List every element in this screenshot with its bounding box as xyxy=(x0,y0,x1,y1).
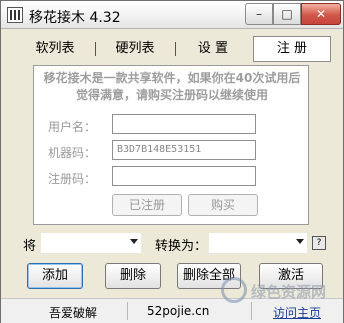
status-bar: 吾爱破解 52pojie.cn 访问主页 xyxy=(1,298,343,323)
delete-all-button[interactable]: 删除全部 xyxy=(177,263,241,289)
maximize-button[interactable]: □ xyxy=(273,3,301,25)
tab-register[interactable]: 注 册 xyxy=(253,36,331,62)
username-label: 用户名： xyxy=(48,120,97,134)
status-divider xyxy=(127,302,128,320)
username-field[interactable] xyxy=(112,114,256,134)
register-code-field[interactable] xyxy=(112,166,256,186)
convert-from-dropdown[interactable] xyxy=(41,233,141,253)
tab-soft-list[interactable]: 软列表 xyxy=(15,38,95,60)
main-window: 移花接木 4.32 – □ ✕ 软列表 硬列表 设 置 注 册 移花接木是一款共… xyxy=(0,0,344,323)
chevron-down-icon xyxy=(130,239,138,244)
machine-code-label: 机器码： xyxy=(48,146,97,160)
activate-button[interactable]: 激活 xyxy=(259,263,323,289)
chevron-down-icon xyxy=(296,239,304,244)
register-code-label: 注册码： xyxy=(48,172,97,186)
register-panel: 移花接木是一款共享软件，如果你在40次试用后觉得满意，请购买注册码以继续使用 用… xyxy=(33,65,309,225)
tab-hard-list[interactable]: 硬列表 xyxy=(95,38,175,60)
status-middle: 52pojie.cn xyxy=(147,304,210,318)
title-bar[interactable]: 移花接木 4.32 – □ ✕ xyxy=(1,1,343,29)
tab-settings[interactable]: 设 置 xyxy=(175,38,251,60)
tab-bar: 软列表 硬列表 设 置 注 册 xyxy=(15,36,331,62)
app-icon xyxy=(7,7,23,23)
close-button[interactable]: ✕ xyxy=(301,3,341,25)
convert-from-label: 将 xyxy=(23,239,37,254)
minimize-button[interactable]: – xyxy=(245,3,273,25)
status-divider xyxy=(251,302,252,320)
status-left: 吾爱破解 xyxy=(49,306,98,320)
buy-button[interactable]: 购买 xyxy=(188,194,258,216)
delete-button[interactable]: 删除 xyxy=(105,263,161,289)
shareware-notice: 移花接木是一款共享软件，如果你在40次试用后觉得满意，请购买注册码以继续使用 xyxy=(43,71,301,102)
convert-to-dropdown[interactable] xyxy=(209,233,307,253)
registered-button[interactable]: 已注册 xyxy=(112,194,182,216)
visit-homepage-link[interactable]: 访问主页 xyxy=(273,304,321,321)
convert-to-label: 转换为： xyxy=(155,239,208,254)
help-icon[interactable]: ? xyxy=(312,236,326,250)
window-title: 移花接木 4.32 xyxy=(29,10,121,26)
add-button[interactable]: 添加 xyxy=(27,263,83,289)
machine-code-field[interactable]: B3D7B148E53151 xyxy=(112,140,256,160)
